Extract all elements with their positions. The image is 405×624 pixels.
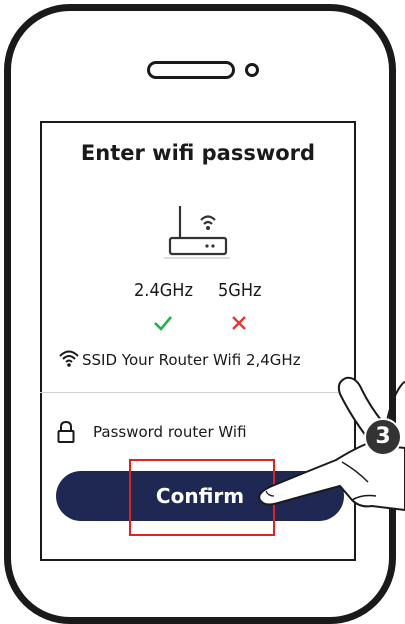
lock-icon	[57, 420, 75, 443]
cross-icon	[232, 316, 246, 330]
phone-speaker	[147, 61, 235, 79]
password-placeholder: Password router Wifi	[93, 423, 247, 441]
band-label-5ghz: 5GHz	[218, 280, 262, 301]
router-icon	[164, 206, 230, 259]
wifi-icon	[59, 350, 79, 367]
page-title: Enter wifi password	[80, 141, 316, 165]
check-icon	[154, 316, 172, 331]
band-label-2-4ghz: 2.4GHz	[134, 280, 193, 301]
step-badge: 3	[364, 418, 402, 456]
phone-camera	[245, 63, 259, 77]
